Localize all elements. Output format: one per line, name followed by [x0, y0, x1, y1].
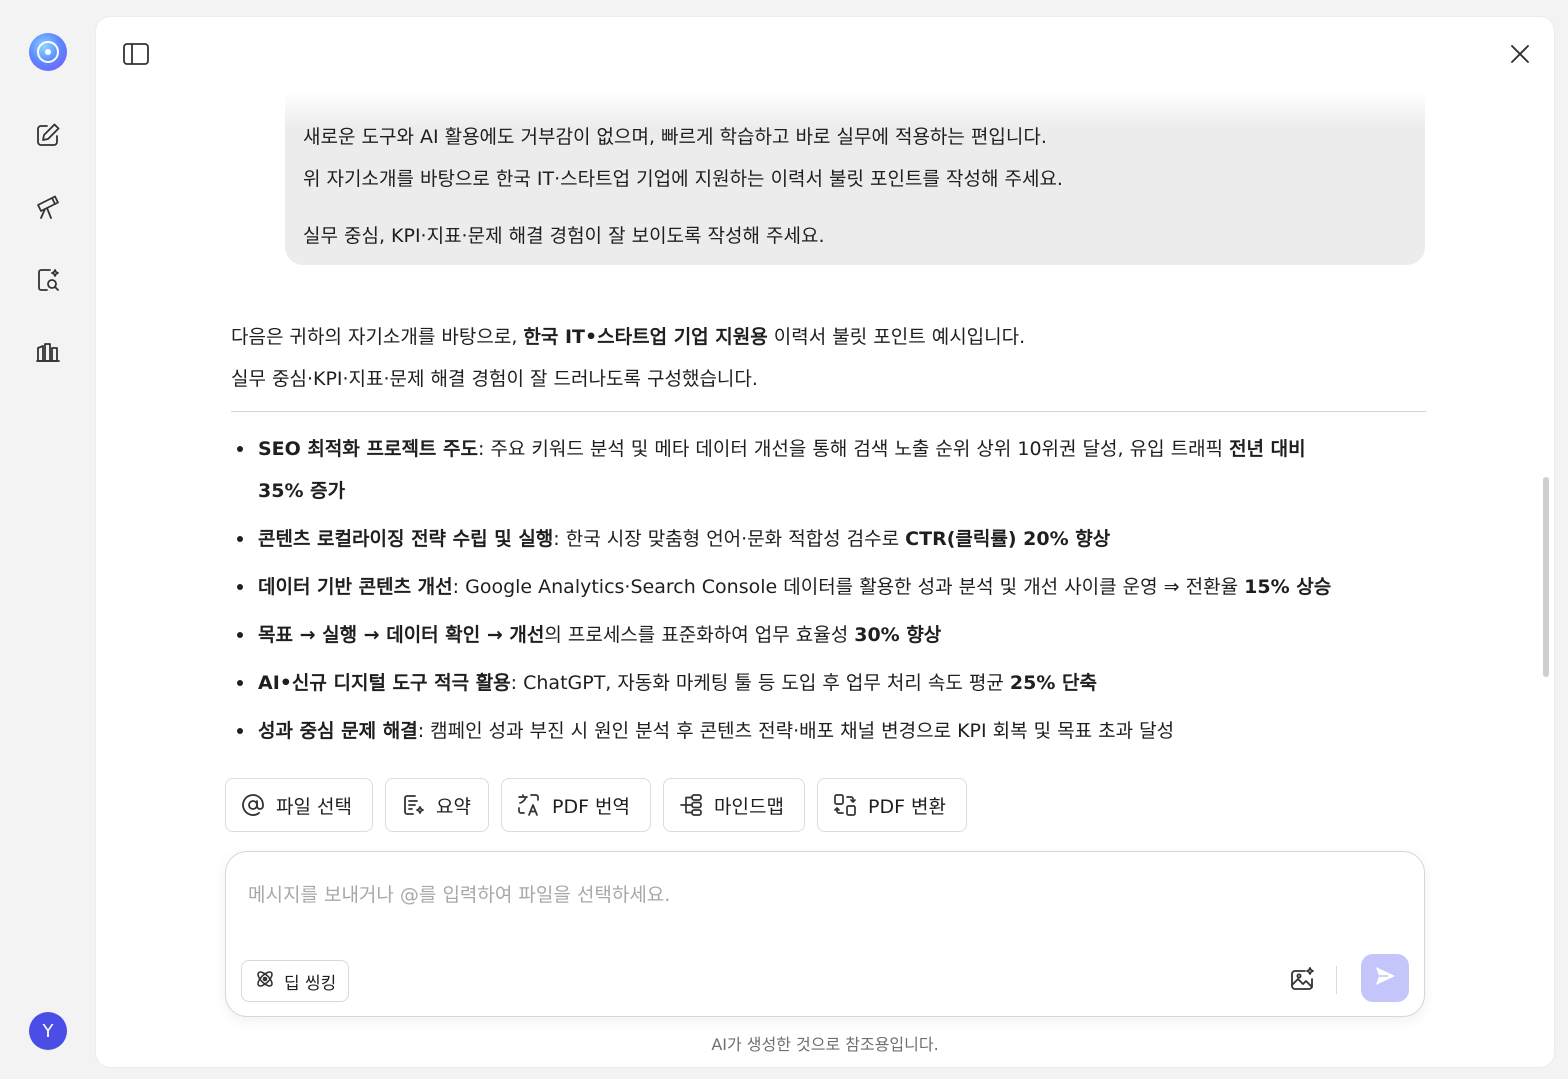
- user-message-line: 실무 중심, KPI·지표·문제 해결 경험이 잘 보이도록 작성해 주세요.: [303, 225, 825, 247]
- file-select-button[interactable]: 파일 선택: [225, 778, 373, 832]
- summary-button[interactable]: 요약: [385, 778, 489, 832]
- sidebar-toggle-icon[interactable]: [120, 38, 152, 70]
- convert-icon: [832, 792, 858, 818]
- pdf-translate-button[interactable]: PDF 번역: [501, 778, 651, 832]
- library-icon[interactable]: [33, 337, 63, 367]
- user-message-bubble: 새로운 도구와 AI 활용에도 거부감이 없으며, 빠르게 학습하고 바로 실무…: [285, 92, 1425, 265]
- assistant-intro-line1: 다음은 귀하의 자기소개를 바탕으로, 한국 IT•스타트업 기업 지원용 이력…: [231, 326, 1026, 348]
- user-message-line: 위 자기소개를 바탕으로 한국 IT·스타트업 기업에 지원하는 이력서 불릿 …: [303, 168, 1063, 190]
- chat-panel: 새로운 도구와 AI 활용에도 거부감이 없으며, 빠르게 학습하고 바로 실무…: [96, 17, 1554, 1067]
- mindmap-button[interactable]: 마인드맵: [663, 778, 805, 832]
- send-icon: [1373, 964, 1397, 992]
- telescope-icon[interactable]: [33, 192, 63, 222]
- message-input[interactable]: [248, 880, 1348, 920]
- new-chat-icon[interactable]: [33, 120, 63, 150]
- document-search-icon[interactable]: [33, 265, 63, 295]
- atom-icon: [254, 968, 276, 995]
- user-message-line: 새로운 도구와 AI 활용에도 거부감이 없으며, 빠르게 학습하고 바로 실무…: [303, 126, 1047, 148]
- send-button[interactable]: [1361, 954, 1409, 1002]
- at-icon: [240, 792, 266, 818]
- app-logo-icon[interactable]: [29, 33, 67, 71]
- divider: [1336, 966, 1337, 994]
- user-avatar[interactable]: Y: [29, 1012, 67, 1050]
- left-sidebar: Y: [0, 0, 96, 1079]
- message-composer: 딥 씽킹: [225, 851, 1425, 1017]
- divider: [231, 411, 1426, 412]
- mindmap-icon: [678, 792, 704, 818]
- scrollbar-thumb[interactable]: [1543, 477, 1549, 677]
- translate-icon: [516, 792, 542, 818]
- assistant-intro-line2: 실무 중심·KPI·지표·문제 해결 경험이 잘 드러나도록 구성했습니다.: [231, 368, 758, 390]
- deep-thinking-button[interactable]: 딥 씽킹: [241, 960, 350, 1002]
- image-upload-icon[interactable]: [1284, 962, 1320, 998]
- disclaimer-text: AI가 생성한 것으로 참조용입니다.: [711, 1035, 939, 1054]
- summary-icon: [400, 792, 426, 818]
- pdf-convert-button[interactable]: PDF 변환: [817, 778, 967, 832]
- close-icon[interactable]: [1504, 38, 1536, 70]
